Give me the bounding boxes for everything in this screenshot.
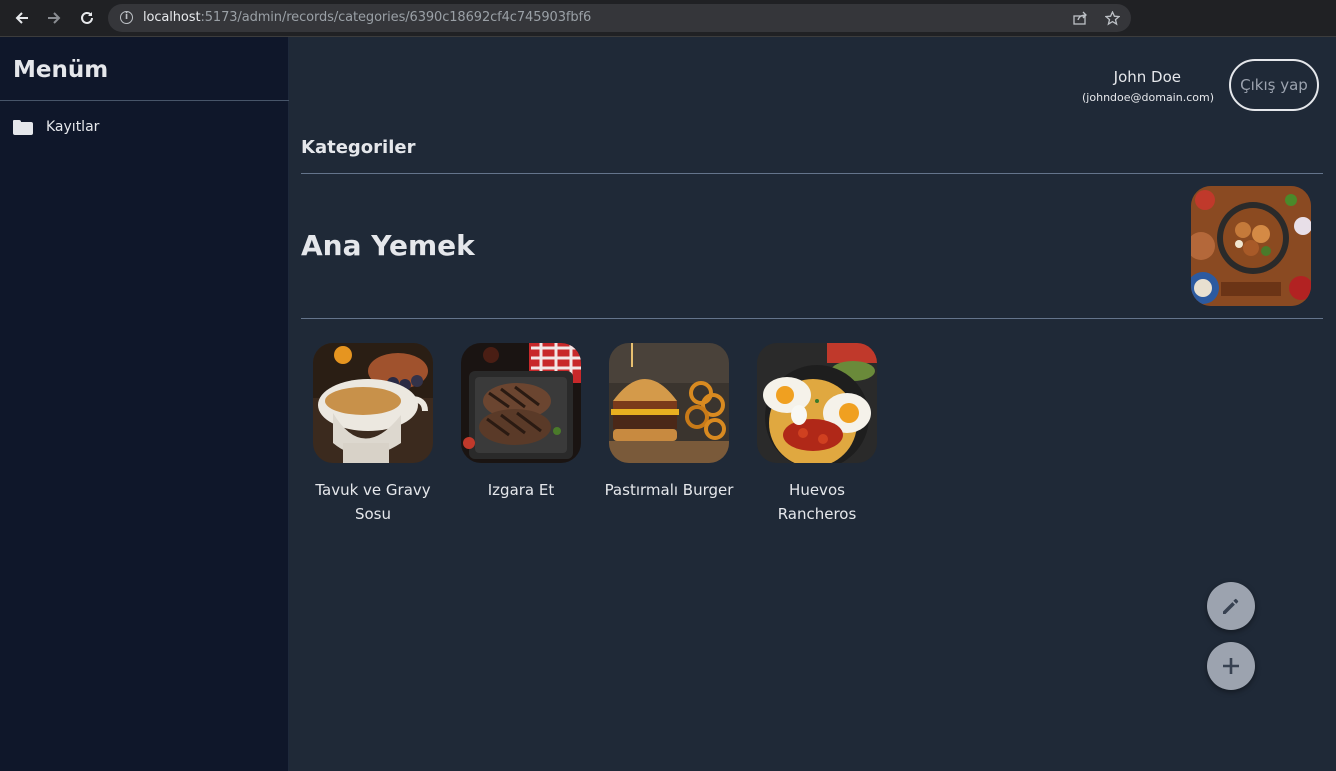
- bookmark-star-icon[interactable]: [1103, 9, 1121, 27]
- product-card[interactable]: Izgara Et: [461, 343, 581, 526]
- product-image: [461, 343, 581, 463]
- folder-icon: [13, 119, 33, 135]
- category-title: Ana Yemek: [301, 229, 475, 262]
- forward-arrow-icon[interactable]: [42, 7, 66, 29]
- product-grid: Tavuk ve Gravy Sosu Izgara Et Pastırmalı…: [313, 343, 905, 526]
- user-email: (johndoe@domain.com): [1082, 91, 1214, 104]
- main-content: John Doe (johndoe@domain.com) Çıkış yap …: [289, 37, 1336, 771]
- sidebar-item-label: Kayıtlar: [46, 119, 100, 135]
- logout-button[interactable]: Çıkış yap: [1229, 59, 1319, 111]
- address-bar[interactable]: i localhost:5173/admin/records/categorie…: [108, 4, 1131, 32]
- site-info-icon[interactable]: i: [120, 11, 133, 24]
- sidebar: Menüm Kayıtlar: [0, 37, 289, 771]
- sidebar-item-records[interactable]: Kayıtlar: [13, 115, 99, 139]
- product-name: Huevos Rancheros: [777, 481, 857, 523]
- product-image: [757, 343, 877, 463]
- add-button[interactable]: [1207, 642, 1255, 690]
- header-divider: [301, 173, 1323, 174]
- category-divider: [301, 318, 1323, 319]
- product-card[interactable]: Tavuk ve Gravy Sosu: [313, 343, 433, 526]
- product-image: [609, 343, 729, 463]
- product-name: Izgara Et: [487, 481, 555, 499]
- pencil-icon: [1223, 598, 1239, 614]
- product-name: Pastırmalı Burger: [604, 481, 734, 499]
- browser-toolbar: i localhost:5173/admin/records/categorie…: [0, 0, 1336, 37]
- reload-icon[interactable]: [75, 7, 99, 29]
- page-title: Kategoriler: [301, 137, 416, 158]
- user-name: John Doe: [1113, 68, 1181, 86]
- category-image: [1191, 186, 1311, 306]
- back-arrow-icon[interactable]: [10, 7, 34, 29]
- sidebar-divider: [0, 100, 289, 101]
- product-card[interactable]: Pastırmalı Burger: [605, 343, 733, 526]
- plus-icon: [1223, 658, 1239, 674]
- product-image: [313, 343, 433, 463]
- product-name: Tavuk ve Gravy Sosu: [315, 481, 431, 523]
- edit-button[interactable]: [1207, 582, 1255, 630]
- share-icon[interactable]: [1071, 9, 1089, 27]
- product-card[interactable]: Huevos Rancheros: [757, 343, 877, 526]
- url-text: localhost:5173/admin/records/categories/…: [143, 10, 592, 25]
- sidebar-title: Menüm: [13, 57, 109, 83]
